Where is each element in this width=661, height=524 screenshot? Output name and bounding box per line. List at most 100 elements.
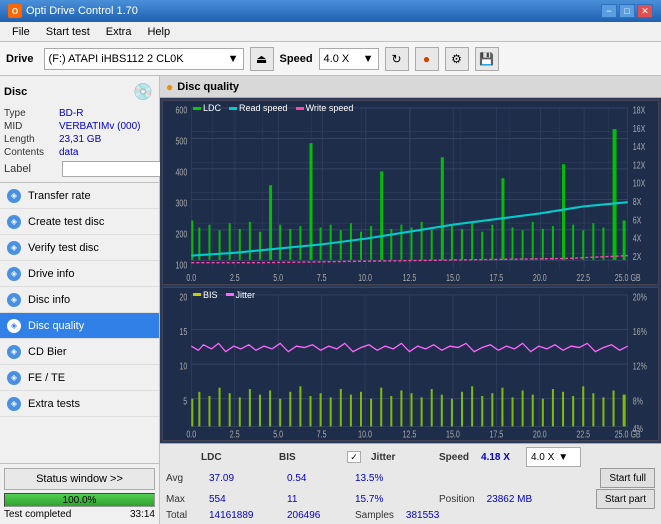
disc-label-row: Label 🔍 — [4, 160, 155, 178]
burn-button[interactable]: ● — [415, 47, 439, 71]
svg-text:5.0: 5.0 — [273, 272, 283, 283]
disc-type-value: BD-R — [59, 108, 83, 119]
svg-text:17.5: 17.5 — [489, 428, 503, 439]
sidebar-item-disc-quality[interactable]: ◈ Disc quality — [0, 313, 159, 339]
disc-mid-value: VERBATIMv (000) — [59, 121, 141, 132]
svg-text:12%: 12% — [633, 360, 648, 371]
window-controls: − □ ✕ — [601, 4, 653, 18]
close-button[interactable]: ✕ — [637, 4, 653, 18]
avg-label: Avg — [166, 473, 201, 484]
disc-mid-label: MID — [4, 121, 59, 132]
sidebar-item-label-cd-bier: CD Bier — [28, 346, 67, 358]
disc-contents-value: data — [59, 147, 78, 158]
menu-start-test[interactable]: Start test — [38, 24, 98, 40]
status-window-button[interactable]: Status window >> — [4, 468, 155, 490]
drive-selector[interactable]: (F:) ATAPI iHBS112 2 CL0K ▼ — [44, 48, 244, 70]
transfer-rate-icon: ◈ — [6, 188, 22, 204]
disc-panel-title: Disc — [4, 86, 27, 98]
title-bar: O Opti Drive Control 1.70 − □ ✕ — [0, 0, 661, 22]
disc-contents-field: Contents data — [4, 147, 155, 158]
disc-length-value: 23,31 GB — [59, 134, 101, 145]
start-part-button[interactable]: Start part — [596, 489, 655, 509]
svg-text:10: 10 — [179, 360, 187, 371]
svg-text:25.0 GB: 25.0 GB — [615, 428, 641, 439]
svg-text:20%: 20% — [633, 291, 648, 302]
main-area: Disc 💿 Type BD-R MID VERBATIMv (000) Len… — [0, 76, 661, 524]
disc-quality-icon: ◈ — [6, 318, 22, 334]
svg-text:15: 15 — [179, 326, 187, 337]
sidebar-item-fe-te[interactable]: ◈ FE / TE — [0, 365, 159, 391]
menu-file[interactable]: File — [4, 24, 38, 40]
disc-quality-title: Disc quality — [177, 81, 239, 93]
drive-label: Drive — [6, 53, 34, 65]
disc-type-field: Type BD-R — [4, 108, 155, 119]
refresh-button[interactable]: ↻ — [385, 47, 409, 71]
speed-selector[interactable]: 4.0 X ▼ — [319, 48, 379, 70]
sidebar-item-cd-bier[interactable]: ◈ CD Bier — [0, 339, 159, 365]
menu-bar: File Start test Extra Help — [0, 22, 661, 42]
jitter-checkbox[interactable]: ✓ — [347, 451, 361, 463]
disc-icon: 💿 — [131, 80, 155, 104]
minimize-button[interactable]: − — [601, 4, 617, 18]
legend-write-speed-dot — [296, 107, 304, 110]
sidebar-item-label-disc-quality: Disc quality — [28, 320, 84, 332]
stats-avg-row: Avg 37.09 0.54 13.5% Start full — [166, 468, 655, 488]
svg-text:16%: 16% — [633, 326, 648, 337]
svg-text:0.0: 0.0 — [186, 428, 196, 439]
sidebar-item-create-test-disc[interactable]: ◈ Create test disc — [0, 209, 159, 235]
position-value: 23862 MB — [487, 494, 533, 505]
sidebar-item-label-transfer-rate: Transfer rate — [28, 190, 91, 202]
settings-button[interactable]: ⚙ — [445, 47, 469, 71]
maximize-button[interactable]: □ — [619, 4, 635, 18]
start-full-button[interactable]: Start full — [600, 468, 655, 488]
menu-extra[interactable]: Extra — [98, 24, 140, 40]
avg-ldc: 37.09 — [209, 473, 279, 484]
svg-text:7.5: 7.5 — [317, 272, 327, 283]
max-label: Max — [166, 494, 201, 505]
svg-text:22.5: 22.5 — [576, 272, 590, 283]
svg-text:7.5: 7.5 — [317, 428, 327, 439]
samples-label: Samples — [355, 510, 394, 521]
stats-max-row: Max 554 11 15.7% Position 23862 MB Start… — [166, 489, 655, 509]
status-area: Status window >> 100.0% Test completed 3… — [0, 463, 159, 524]
legend-bis-dot — [193, 293, 201, 296]
sidebar-item-drive-info[interactable]: ◈ Drive info — [0, 261, 159, 287]
svg-text:14X: 14X — [633, 141, 646, 152]
stats-headers-row: LDC BIS ✓ Jitter Speed 4.18 X 4.0 X ▼ — [201, 447, 655, 467]
svg-text:12X: 12X — [633, 159, 646, 170]
progress-text: 100.0% — [5, 494, 154, 508]
create-test-disc-icon: ◈ — [6, 214, 22, 230]
svg-text:12.5: 12.5 — [403, 272, 417, 283]
content-area: ● Disc quality LDC Read speed — [160, 76, 661, 524]
sidebar-item-verify-test-disc[interactable]: ◈ Verify test disc — [0, 235, 159, 261]
svg-text:18X: 18X — [633, 104, 646, 115]
sidebar-item-disc-info[interactable]: ◈ Disc info — [0, 287, 159, 313]
sidebar-item-extra-tests[interactable]: ◈ Extra tests — [0, 391, 159, 417]
progress-bar: 100.0% — [4, 493, 155, 507]
svg-text:8%: 8% — [633, 395, 644, 406]
disc-quality-header-icon: ● — [166, 80, 173, 94]
chart-bis-legend: BIS Jitter — [193, 290, 255, 300]
menu-help[interactable]: Help — [139, 24, 178, 40]
svg-text:20: 20 — [179, 291, 187, 302]
svg-text:20.0: 20.0 — [533, 272, 547, 283]
max-bis: 11 — [287, 494, 347, 505]
legend-jitter-dot — [226, 293, 234, 296]
stats-total-row: Total 14161889 206496 Samples 381553 — [166, 510, 655, 521]
stats-area: LDC BIS ✓ Jitter Speed 4.18 X 4.0 X ▼ Av… — [160, 443, 661, 524]
speed-dropdown[interactable]: 4.0 X ▼ — [526, 447, 581, 467]
svg-text:8X: 8X — [633, 196, 642, 207]
sidebar-item-label-create-test-disc: Create test disc — [28, 216, 104, 228]
disc-contents-label: Contents — [4, 147, 59, 158]
sidebar-item-label-extra-tests: Extra tests — [28, 398, 80, 410]
svg-text:15.0: 15.0 — [446, 428, 460, 439]
legend-ldc-dot — [193, 107, 201, 110]
eject-button[interactable]: ⏏ — [250, 47, 274, 71]
svg-text:300: 300 — [175, 197, 187, 208]
total-label: Total — [166, 510, 201, 521]
total-ldc: 14161889 — [209, 510, 279, 521]
save-button[interactable]: 💾 — [475, 47, 499, 71]
sidebar-item-transfer-rate[interactable]: ◈ Transfer rate — [0, 183, 159, 209]
disc-mid-field: MID VERBATIMv (000) — [4, 121, 155, 132]
legend-bis: BIS — [193, 290, 218, 300]
